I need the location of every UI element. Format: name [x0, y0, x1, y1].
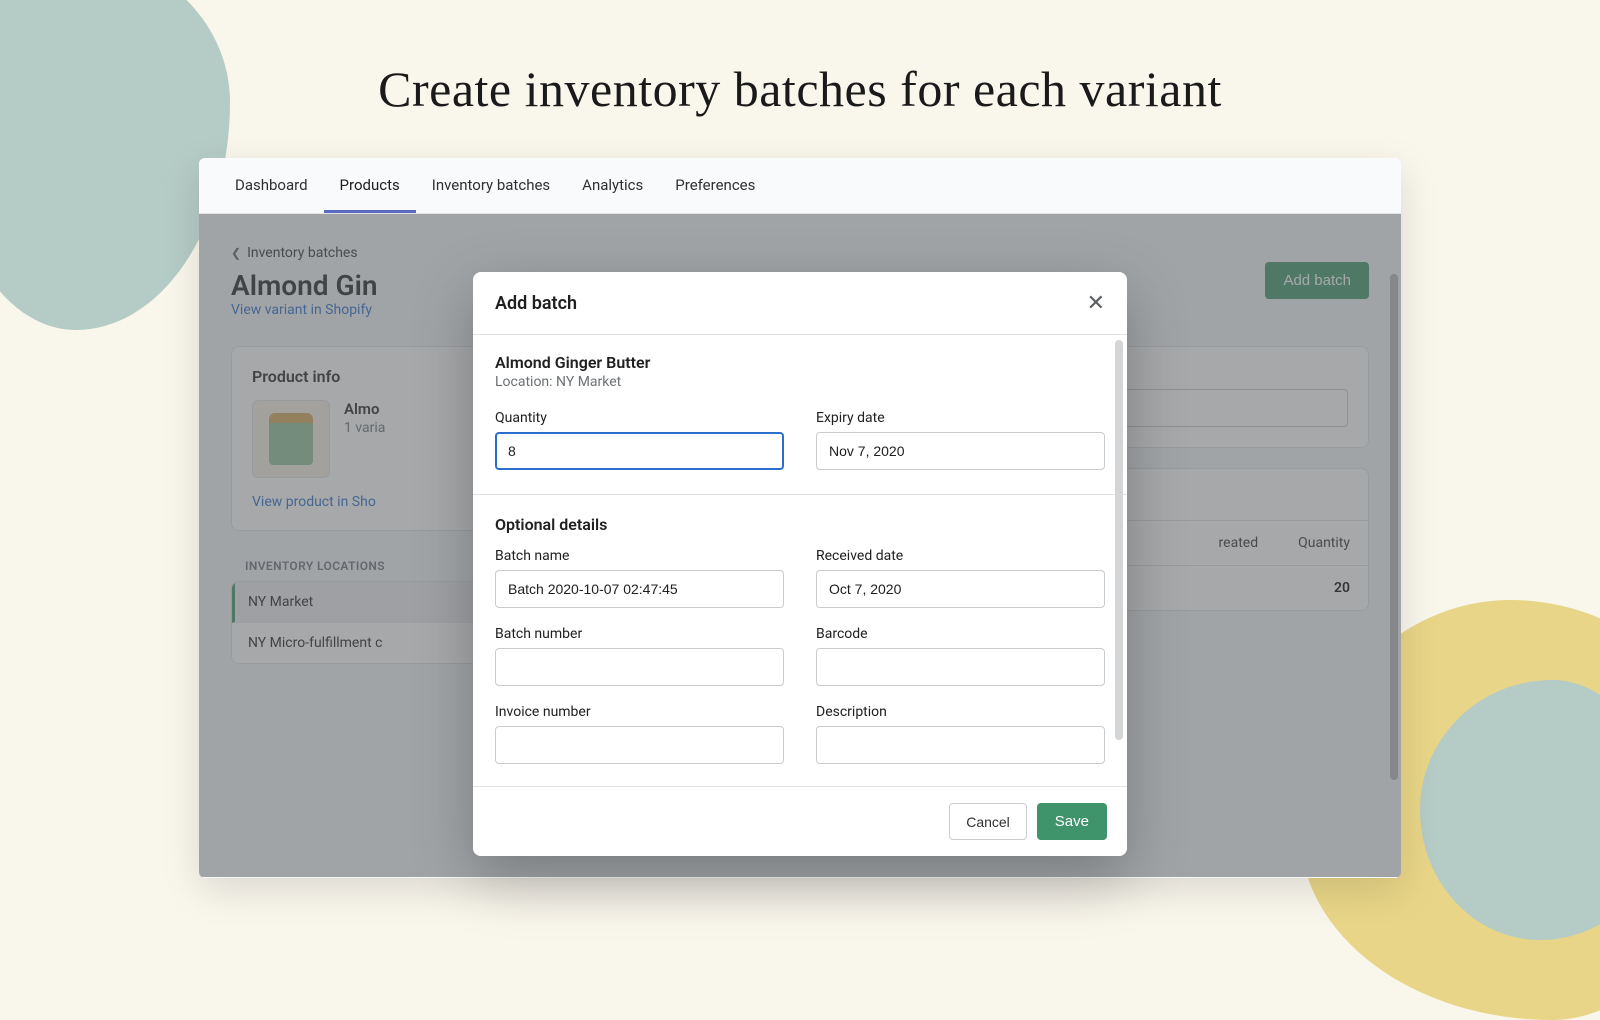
batch-number-input[interactable] — [495, 648, 784, 686]
modal-scroll-thumb[interactable] — [1115, 340, 1123, 740]
modal-scrollbar[interactable] — [1115, 340, 1125, 810]
quantity-label: Quantity — [495, 410, 784, 426]
optional-details-heading: Optional details — [495, 515, 1105, 534]
received-date-input[interactable] — [816, 570, 1105, 608]
modal-title: Add batch — [495, 293, 577, 314]
modal-product-name: Almond Ginger Butter — [495, 353, 1105, 372]
add-batch-modal: Add batch ✕ Almond Ginger Butter Locatio… — [473, 272, 1127, 856]
invoice-number-input[interactable] — [495, 726, 784, 764]
nav-products[interactable]: Products — [324, 158, 416, 213]
nav-inventory-batches[interactable]: Inventory batches — [416, 158, 566, 213]
description-input[interactable] — [816, 726, 1105, 764]
modal-location-line: Location: NY Market — [495, 374, 1105, 390]
top-nav: Dashboard Products Inventory batches Ana… — [199, 158, 1401, 214]
batch-number-label: Batch number — [495, 626, 784, 642]
barcode-label: Barcode — [816, 626, 1105, 642]
cancel-button[interactable]: Cancel — [949, 803, 1027, 840]
nav-dashboard[interactable]: Dashboard — [219, 158, 324, 213]
nav-preferences[interactable]: Preferences — [659, 158, 771, 213]
modal-header: Add batch ✕ — [473, 272, 1127, 335]
expiry-date-input[interactable] — [816, 432, 1105, 470]
batch-name-label: Batch name — [495, 548, 784, 564]
modal-divider — [473, 494, 1127, 495]
description-label: Description — [816, 704, 1105, 720]
close-icon[interactable]: ✕ — [1087, 292, 1105, 314]
modal-footer: Cancel Save — [473, 786, 1127, 856]
save-button[interactable]: Save — [1037, 803, 1107, 840]
barcode-input[interactable] — [816, 648, 1105, 686]
hero-title: Create inventory batches for each varian… — [0, 0, 1600, 118]
expiry-label: Expiry date — [816, 410, 1105, 426]
quantity-input[interactable] — [495, 432, 784, 470]
batch-name-input[interactable] — [495, 570, 784, 608]
received-date-label: Received date — [816, 548, 1105, 564]
invoice-number-label: Invoice number — [495, 704, 784, 720]
modal-body: Almond Ginger Butter Location: NY Market… — [473, 335, 1127, 786]
nav-analytics[interactable]: Analytics — [566, 158, 659, 213]
